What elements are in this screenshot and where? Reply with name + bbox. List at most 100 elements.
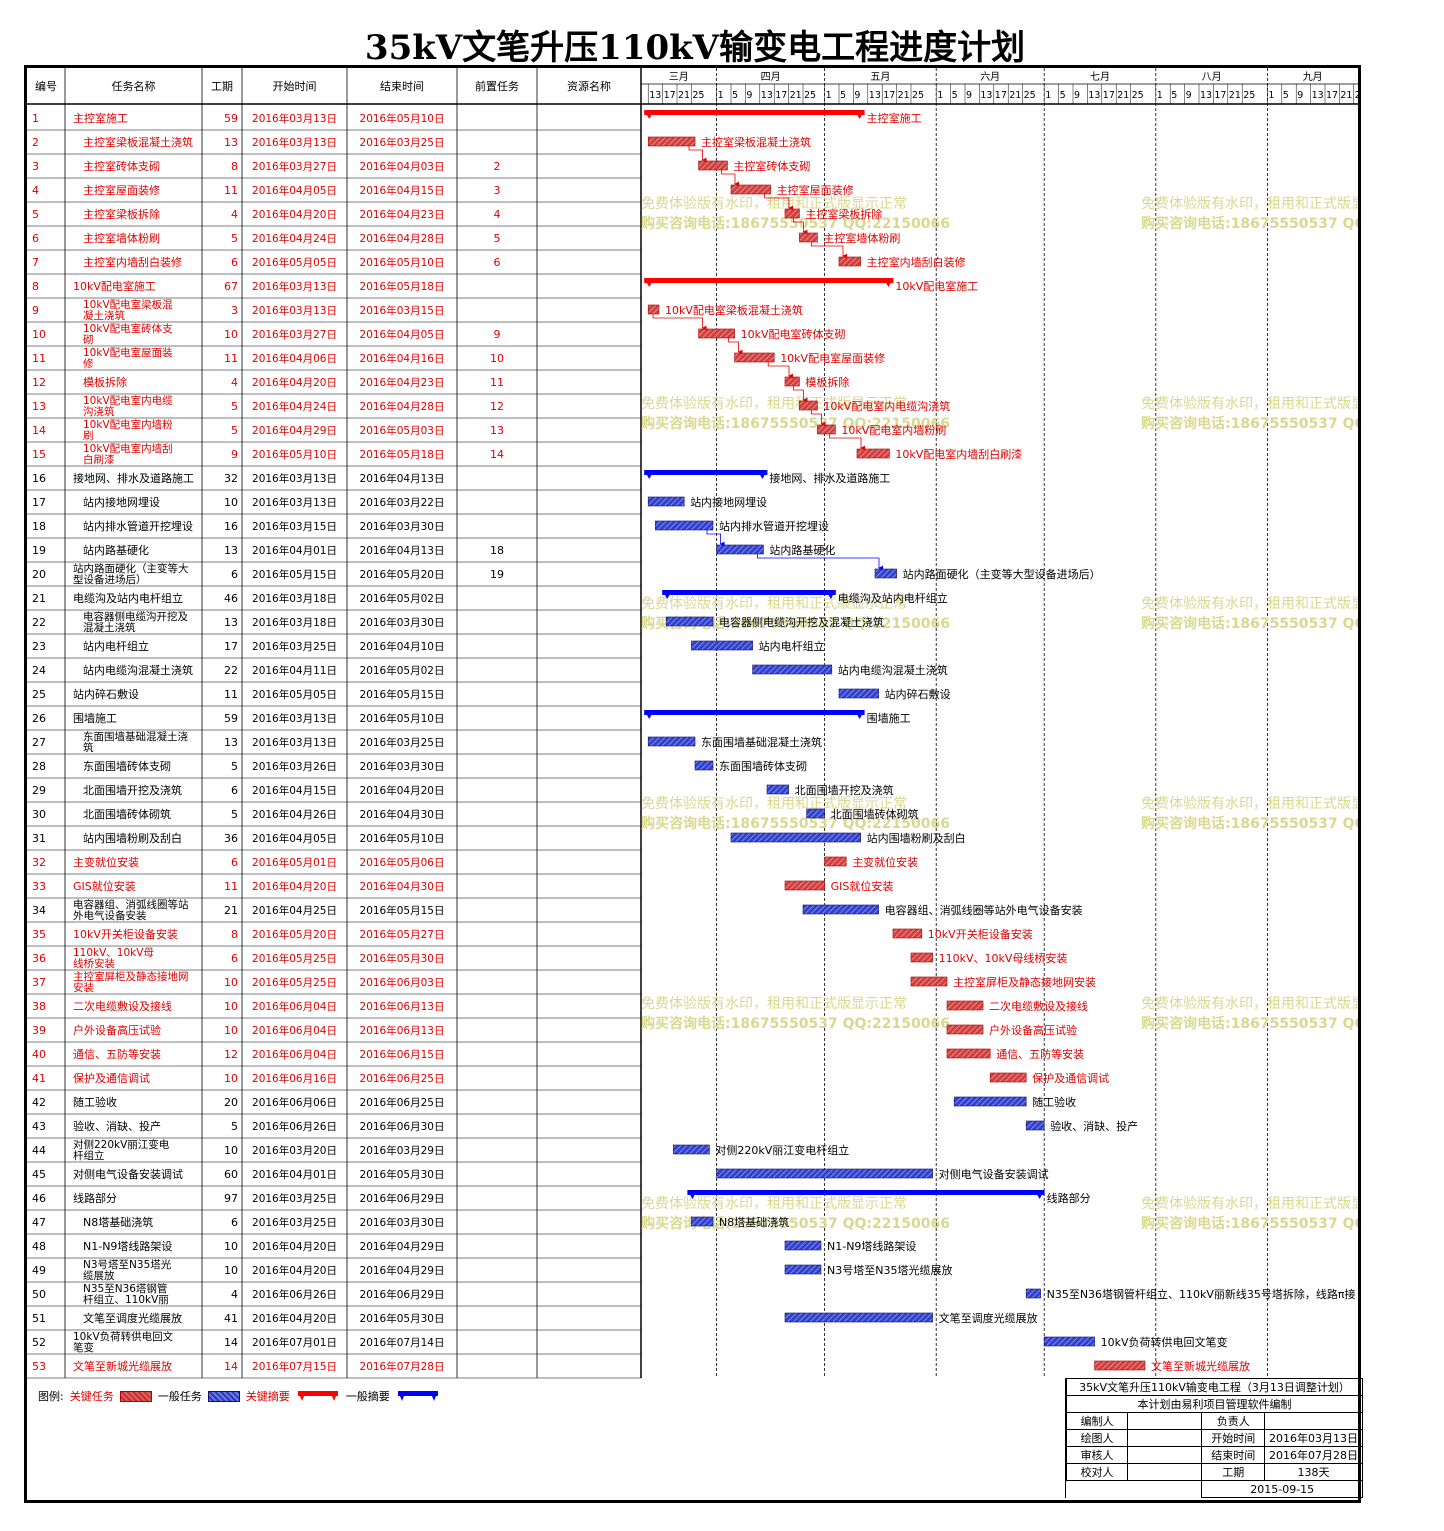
- task-end: 2016年06月29日: [360, 1192, 445, 1205]
- task-name: N8塔基础浇筑: [83, 1215, 153, 1229]
- task-start: 2016年04月05日: [252, 184, 337, 197]
- task-bar: [752, 664, 833, 675]
- day-tick-label: 13: [1200, 90, 1212, 101]
- info-drawer-value: [1127, 1429, 1203, 1447]
- task-bar: [802, 904, 879, 915]
- task-end: 2016年05月30日: [360, 1312, 445, 1325]
- task-name-cont: 缆展放: [83, 1269, 115, 1282]
- task-duration: 5: [231, 808, 238, 821]
- task-name-cont: 外电气设备安装: [73, 909, 147, 922]
- task-duration: 41: [224, 1312, 238, 1325]
- task-duration: 9: [231, 448, 238, 461]
- task-start: 2016年04月20日: [252, 880, 337, 893]
- info-start-label: 开始时间: [1201, 1429, 1265, 1447]
- info-reviewer-label: 审核人: [1065, 1446, 1129, 1464]
- column-header-4: 结束时间: [380, 80, 424, 93]
- task-name-cont: 修: [83, 357, 94, 370]
- task-name-cont: 砌: [83, 334, 94, 346]
- task-id: 18: [32, 520, 46, 533]
- task-bar: [1094, 1360, 1146, 1371]
- task-name: 通信、五防等安装: [73, 1047, 161, 1061]
- month-label: 九月: [1303, 71, 1323, 83]
- task-start: 2016年03月13日: [252, 136, 337, 149]
- task-bar: [824, 856, 847, 867]
- column-header-2: 工期: [211, 80, 233, 93]
- task-end: 2016年05月10日: [360, 832, 445, 845]
- info-checker-label: 校对人: [1065, 1463, 1129, 1481]
- task-bar: [784, 880, 825, 891]
- task-duration: 14: [224, 1360, 238, 1373]
- task-end: 2016年05月15日: [360, 688, 445, 701]
- day-tick-label: 25: [912, 90, 924, 101]
- task-duration: 14: [224, 1336, 238, 1349]
- bar-label: 电容器组、消弧线圈等站外电气设备安装: [885, 903, 1083, 917]
- info-end-label: 结束时间: [1201, 1446, 1265, 1464]
- task-bar: [892, 928, 923, 939]
- task-start: 2016年03月13日: [252, 736, 337, 749]
- task-id: 5: [32, 208, 39, 221]
- task-bar: [856, 448, 890, 459]
- task-predecessor: 2: [494, 160, 501, 173]
- bar-label: GIS就位安装: [831, 879, 894, 893]
- task-name: 北面围墙砖体砌筑: [83, 807, 171, 821]
- task-bar: [784, 376, 800, 387]
- task-duration: 10: [224, 1264, 238, 1277]
- task-id: 45: [32, 1168, 46, 1181]
- task-name: 户外设备高压试验: [73, 1023, 161, 1037]
- task-start: 2016年06月04日: [252, 1048, 337, 1061]
- task-predecessor: 18: [490, 544, 504, 557]
- task-end: 2016年03月25日: [360, 136, 445, 149]
- task-start: 2016年05月05日: [252, 256, 337, 269]
- task-id: 6: [32, 232, 39, 245]
- column-header-0: 编号: [35, 79, 57, 93]
- task-id: 33: [32, 880, 46, 893]
- task-end: 2016年06月13日: [360, 1000, 445, 1013]
- watermark-line1: 免费体验版有水印，租用和正式版显示正常: [1141, 396, 1358, 412]
- task-duration: 13: [224, 616, 238, 629]
- task-bar: [734, 352, 775, 363]
- bar-label: 站内路面硬化（主变等大型设备进场后）: [903, 567, 1101, 581]
- task-id: 30: [32, 808, 46, 821]
- task-end: 2016年07月14日: [360, 1336, 445, 1349]
- task-end: 2016年03月30日: [360, 1216, 445, 1229]
- task-start: 2016年04月25日: [252, 904, 337, 917]
- task-end: 2016年04月13日: [360, 472, 445, 485]
- task-start: 2016年03月27日: [252, 160, 337, 173]
- task-start: 2016年05月05日: [252, 688, 337, 701]
- day-tick-label: 1: [1157, 90, 1163, 101]
- task-id: 15: [32, 448, 46, 461]
- task-duration: 11: [224, 880, 238, 893]
- bar-label: 主控室屋面装修: [777, 183, 854, 197]
- task-id: 8: [32, 280, 39, 293]
- day-tick-label: 17: [1214, 90, 1226, 101]
- legend-critical-summary-swatch: [297, 1391, 338, 1401]
- task-end: 2016年04月05日: [360, 328, 445, 341]
- task-id: 44: [32, 1144, 46, 1157]
- day-tick-label: 5: [1060, 90, 1066, 101]
- task-start: 2016年04月20日: [252, 1312, 337, 1325]
- watermark-line2: 购买咨询电话:18675550537 QQ:22150066: [1141, 815, 1358, 832]
- task-id: 53: [32, 1360, 46, 1373]
- task-name: 保护及通信调试: [73, 1071, 150, 1085]
- task-id: 11: [32, 352, 46, 365]
- task-end: 2016年05月20日: [360, 568, 445, 581]
- day-tick-label: 1: [937, 90, 943, 101]
- task-start: 2016年03月25日: [252, 1216, 337, 1229]
- task-start: 2016年04月24日: [252, 400, 337, 413]
- column-header-5: 前置任务: [475, 79, 519, 93]
- task-end: 2016年04月30日: [360, 880, 445, 893]
- day-tick-label: 17: [883, 90, 895, 101]
- task-end: 2016年04月29日: [360, 1264, 445, 1277]
- task-end: 2016年04月15日: [360, 184, 445, 197]
- dependency-arrow: [728, 338, 743, 355]
- task-start: 2016年03月15日: [252, 520, 337, 533]
- task-end: 2016年06月25日: [360, 1072, 445, 1085]
- task-start: 2016年03月26日: [252, 760, 337, 773]
- task-id: 19: [32, 544, 46, 557]
- task-bar: [665, 616, 714, 627]
- day-tick-label: 5: [732, 90, 738, 101]
- summary-bar: [644, 110, 865, 115]
- task-duration: 36: [224, 832, 238, 845]
- day-tick-label: 21: [790, 90, 802, 101]
- info-drawer-label: 绘图人: [1065, 1429, 1129, 1447]
